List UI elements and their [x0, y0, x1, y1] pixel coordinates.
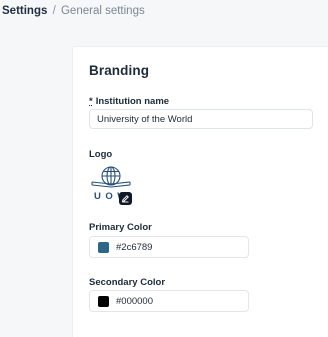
institution-name-value: University of the World [97, 113, 193, 125]
institution-name-label: * Institution name [89, 96, 169, 107]
secondary-color-value: #000000 [116, 295, 153, 307]
primary-color-input[interactable]: #2c6789 [89, 236, 249, 258]
secondary-color-swatch[interactable] [98, 295, 109, 307]
secondary-color-input[interactable]: #000000 [89, 290, 249, 312]
primary-color-value: #2c6789 [116, 241, 153, 253]
institution-name-input[interactable]: University of the World [89, 109, 313, 129]
institution-name-label-text: Institution name [95, 96, 170, 107]
branding-title: Branding [89, 63, 150, 78]
breadcrumb-separator: / [52, 5, 56, 17]
breadcrumb-settings-link[interactable]: Settings [2, 5, 47, 17]
logo-label: Logo [89, 149, 113, 160]
logo-upload[interactable]: UOW [89, 165, 133, 205]
secondary-color-label: Secondary Color [89, 277, 166, 288]
globe-book-icon [91, 166, 131, 188]
branding-card: Branding * Institution name University of… [72, 46, 328, 337]
breadcrumb: Settings / General settings [2, 5, 145, 17]
primary-color-swatch[interactable] [98, 241, 109, 253]
pencil-icon [121, 195, 129, 203]
primary-color-label: Primary Color [89, 222, 152, 233]
breadcrumb-current-page: General settings [60, 5, 145, 17]
required-marker: * [89, 96, 93, 107]
edit-logo-button[interactable] [119, 192, 132, 205]
